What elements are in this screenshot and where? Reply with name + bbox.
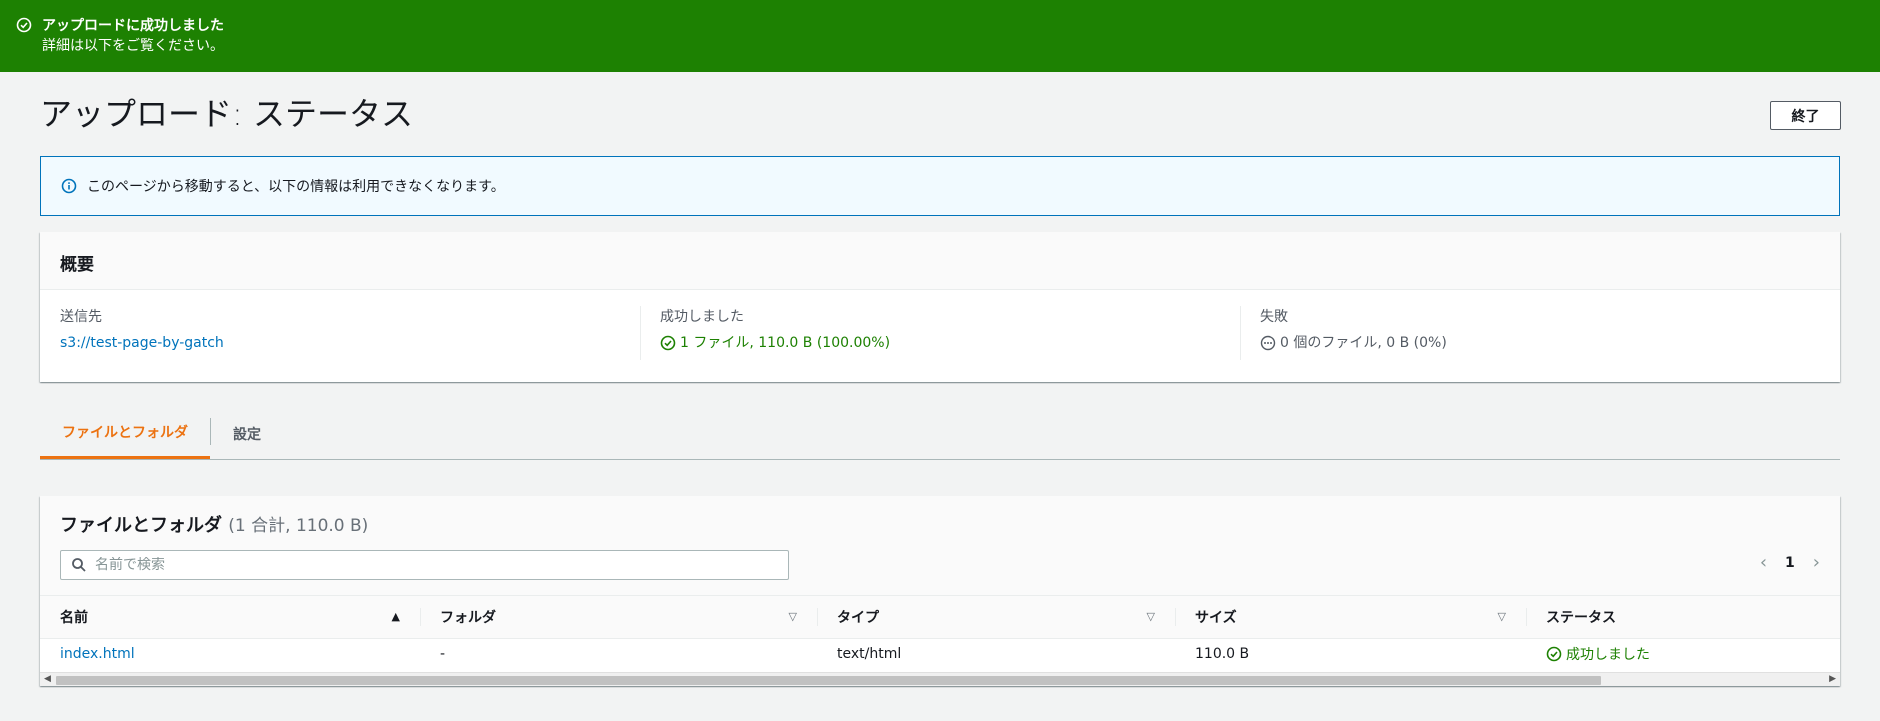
file-type: text/html: [837, 645, 902, 662]
prev-page-icon[interactable]: ‹: [1760, 552, 1767, 573]
column-type-label: タイプ: [837, 609, 879, 626]
check-circle-icon: [1546, 646, 1562, 662]
files-table: 名前 ▲ フォルダ ▽ タイプ ▽ サイズ ▽ ステータス index.html - t…: [40, 596, 1840, 669]
file-status-text: 成功しました: [1566, 646, 1650, 663]
column-header-type[interactable]: タイプ ▽: [817, 596, 1175, 639]
next-page-icon[interactable]: ›: [1813, 552, 1820, 573]
summary-success: 成功しました 1 ファイル, 110.0 B (100.00%): [640, 306, 1240, 360]
table-row: index.html - text/html 110.0 B 成功しました: [40, 638, 1840, 669]
sort-icon[interactable]: ▽: [1498, 610, 1506, 623]
info-icon: [61, 178, 77, 194]
horizontal-scrollbar[interactable]: ◀ ▶: [40, 672, 1840, 686]
column-header-status[interactable]: ステータス: [1526, 596, 1840, 639]
page-number[interactable]: 1: [1785, 555, 1795, 571]
files-title-text: ファイルとフォルダ: [60, 515, 222, 536]
summary-failed: 失敗 0 個のファイル, 0 B (0%): [1240, 306, 1840, 360]
check-circle-icon: [660, 335, 676, 351]
files-count: (1 合計, 110.0 B): [228, 516, 369, 536]
column-header-folder[interactable]: フォルダ ▽: [420, 596, 817, 639]
banner-title: アップロードに成功しました: [42, 18, 224, 34]
column-header-name[interactable]: 名前 ▲: [40, 596, 420, 639]
column-header-size[interactable]: サイズ ▽: [1175, 596, 1526, 639]
tab-settings[interactable]: 設定: [211, 408, 283, 459]
info-text: このページから移動すると、以下の情報は利用できなくなります。: [87, 179, 505, 195]
pagination: ‹ 1 ›: [1760, 552, 1820, 573]
files-panel: ファイルとフォルダ (1 合計, 110.0 B) ‹ 1 › 名前 ▲ フォルダ…: [40, 496, 1840, 686]
file-name-link[interactable]: index.html: [60, 646, 135, 662]
success-label: 成功しました: [660, 309, 744, 325]
summary-panel: 概要 送信先 s3://test-page-by-gatch 成功しました 1 …: [40, 232, 1840, 382]
tab-bar: ファイルとフォルダ 設定: [40, 408, 1840, 460]
exit-button[interactable]: 終了: [1770, 101, 1841, 130]
destination-link[interactable]: s3://test-page-by-gatch: [60, 332, 224, 354]
scrollbar-thumb[interactable]: [56, 676, 1601, 685]
info-alert: このページから移動すると、以下の情報は利用できなくなります。: [40, 156, 1840, 216]
search-box[interactable]: [60, 550, 789, 580]
scroll-left-icon[interactable]: ◀: [44, 674, 51, 684]
files-title: ファイルとフォルダ (1 合計, 110.0 B): [60, 514, 1820, 538]
search-icon: [72, 558, 86, 572]
destination-label: 送信先: [60, 309, 102, 325]
scroll-right-icon[interactable]: ▶: [1829, 674, 1836, 684]
file-status: 成功しました: [1546, 644, 1820, 664]
column-size-label: サイズ: [1195, 609, 1237, 626]
check-circle-icon: [16, 17, 32, 33]
column-status-label: ステータス: [1546, 609, 1616, 626]
failed-value: 0 個のファイル, 0 B (0%): [1280, 335, 1447, 351]
column-folder-label: フォルダ: [440, 609, 496, 626]
sort-ascending-icon[interactable]: ▲: [392, 610, 400, 623]
search-input[interactable]: [95, 557, 775, 573]
page-title: アップロード: ステータス: [40, 95, 413, 133]
file-size: 110.0 B: [1195, 645, 1250, 662]
success-banner: アップロードに成功しました 詳細は以下をご覧ください。: [0, 0, 1880, 72]
banner-message: 詳細は以下をご覧ください。: [42, 38, 224, 54]
file-folder: -: [440, 645, 446, 662]
sort-icon[interactable]: ▽: [789, 610, 797, 623]
tab-files-and-folders[interactable]: ファイルとフォルダ: [40, 408, 210, 459]
sort-icon[interactable]: ▽: [1147, 610, 1155, 623]
ellipsis-circle-icon: [1260, 335, 1276, 351]
success-value: 1 ファイル, 110.0 B (100.00%): [680, 335, 891, 351]
failed-label: 失敗: [1260, 309, 1288, 325]
summary-destination: 送信先 s3://test-page-by-gatch: [40, 306, 640, 354]
column-name-label: 名前: [60, 609, 88, 626]
summary-title: 概要: [40, 232, 1840, 290]
